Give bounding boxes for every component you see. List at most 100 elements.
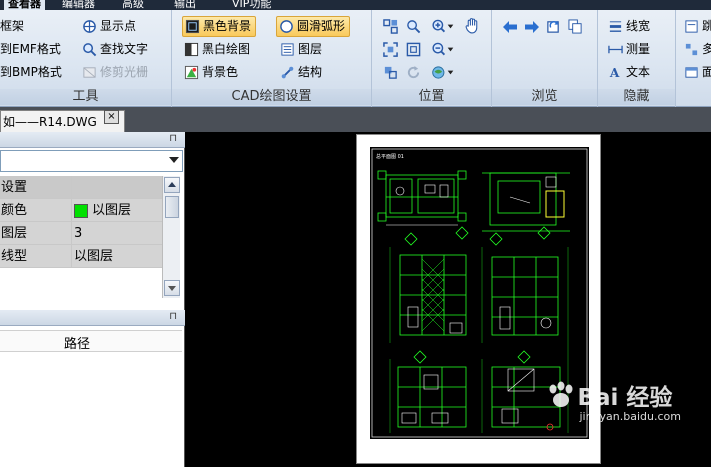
structure-label: 结构 — [298, 65, 323, 79]
property-row-settings[interactable]: 设置 — [0, 176, 162, 199]
refresh-icon[interactable] — [405, 64, 422, 81]
hide-group: 线宽 测量 A 文本 隐藏 — [598, 10, 676, 107]
trim-raster-button[interactable]: 修剪光栅 — [82, 62, 148, 83]
show-points-button[interactable]: 显示点 — [82, 16, 136, 37]
text-button[interactable]: A 文本 — [608, 62, 650, 83]
arrow-right-icon[interactable] — [523, 18, 540, 35]
trim-raster-label: 修剪光栅 — [100, 65, 149, 79]
background-color-button[interactable]: 背景色 — [184, 62, 238, 83]
monochrome-label: 黑白绘图 — [202, 42, 251, 56]
watermark: Bai 经验 jingyan.baidu.com — [545, 378, 681, 423]
ruler-icon — [608, 45, 623, 54]
tab-output[interactable]: 输出 — [170, 0, 200, 10]
ribbon-tab-bar: 查看器 编辑器 高级 输出 VIP功能 — [0, 0, 711, 10]
properties-panel: ⊓ 设置 颜色 以图层 图层 3 线型 以图层 ⊓ 路径 — [0, 132, 185, 467]
scroll-up-button[interactable] — [164, 177, 180, 193]
properties-panel-header: ⊓ — [0, 132, 185, 148]
document-tab-label: 如——R14.DWG — [3, 115, 97, 129]
face-button[interactable]: 面 — [684, 62, 711, 83]
export-emf-button[interactable]: 到EMF格式 — [0, 39, 61, 60]
frame-button[interactable]: 框架 — [0, 16, 24, 37]
watermark-url: jingyan.baidu.com — [579, 410, 681, 423]
arc-icon — [280, 20, 293, 33]
property-value-color[interactable]: 以图层 — [71, 199, 162, 222]
chevron-up-icon — [168, 182, 176, 187]
page-rotate-icon[interactable] — [545, 18, 562, 35]
watermark-logo: Bai 经验 — [545, 378, 681, 412]
text-a-icon: A — [609, 66, 620, 80]
trim-raster-icon — [83, 67, 96, 78]
position-group-title: 位置 — [372, 89, 491, 105]
close-icon[interactable]: × — [104, 110, 119, 124]
extra-group: 跳 多 面 — [676, 10, 711, 107]
hide-group-title: 隐藏 — [598, 89, 675, 105]
smooth-arc-button[interactable]: 圆滑弧形 — [276, 16, 351, 37]
layers-icon — [281, 43, 294, 56]
tab-vip[interactable]: VIP功能 — [228, 0, 275, 10]
measure-button[interactable]: 测量 — [608, 39, 650, 60]
find-text-button[interactable]: 查找文字 — [82, 39, 148, 60]
find-text-label: 查找文字 — [100, 42, 149, 56]
browse-group: 浏览 — [492, 10, 598, 107]
fit-window-icon[interactable] — [382, 18, 399, 35]
layers-label: 图层 — [298, 42, 323, 56]
property-value — [71, 176, 162, 199]
line-width-button[interactable]: 线宽 — [608, 16, 650, 37]
ribbon: 框架 到EMF格式 到BMP格式 显示点 查找文字 修剪光栅 工具 黑色背景 圆… — [0, 10, 711, 107]
jump-icon — [685, 20, 698, 33]
property-scrollbar[interactable] — [162, 176, 180, 298]
search-icon — [83, 43, 97, 57]
property-value: 以图层 — [71, 245, 162, 268]
zoom-out-icon[interactable] — [430, 41, 456, 58]
path-column-header[interactable]: 路径 — [0, 330, 182, 352]
export-emf-label: 到EMF格式 — [0, 42, 61, 56]
scroll-thumb[interactable] — [165, 196, 179, 218]
fit-extents-icon[interactable] — [382, 41, 399, 58]
zoom-window-icon[interactable] — [405, 18, 422, 35]
tab-viewer[interactable]: 查看器 — [4, 0, 45, 10]
pin-icon[interactable]: ⊓ — [169, 311, 177, 322]
structure-icon — [281, 66, 294, 79]
show-points-label: 显示点 — [100, 19, 137, 33]
jump-button[interactable]: 跳 — [684, 16, 711, 37]
property-row-layer[interactable]: 图层 3 — [0, 222, 162, 245]
line-width-icon — [609, 21, 622, 32]
face-icon — [685, 67, 698, 78]
export-bmp-button[interactable]: 到BMP格式 — [0, 62, 62, 83]
property-grid: 设置 颜色 以图层 图层 3 线型 以图层 — [0, 176, 162, 268]
black-background-button[interactable]: 黑色背景 — [182, 16, 257, 37]
property-value: 3 — [71, 222, 162, 245]
chevron-down-icon[interactable] — [169, 157, 179, 163]
black-background-icon — [185, 19, 200, 34]
sheet-title: 总平面图 01 — [376, 153, 404, 160]
multi-icon — [685, 43, 698, 56]
structure-button[interactable]: 结构 — [280, 62, 322, 83]
pan-hand-icon[interactable] — [464, 17, 481, 34]
multi-label: 多 — [702, 42, 711, 56]
browse-group-title: 浏览 — [492, 89, 597, 105]
layers-button[interactable]: 图层 — [280, 39, 322, 60]
scroll-down-button[interactable] — [164, 280, 180, 296]
property-row-linetype[interactable]: 线型 以图层 — [0, 245, 162, 268]
view-mode-icon[interactable] — [430, 64, 456, 81]
tools-group-title: 工具 — [0, 89, 171, 105]
text-label: 文本 — [626, 65, 651, 79]
tools-group: 框架 到EMF格式 到BMP格式 显示点 查找文字 修剪光栅 工具 — [0, 10, 172, 107]
path-column-label: 路径 — [64, 337, 91, 352]
pin-icon[interactable]: ⊓ — [169, 133, 177, 144]
rotate-icon[interactable] — [382, 64, 399, 81]
frame-label: 框架 — [0, 19, 25, 33]
copy-view-icon[interactable] — [567, 18, 584, 35]
multi-button[interactable]: 多 — [684, 39, 711, 60]
monochrome-button[interactable]: 黑白绘图 — [184, 39, 250, 60]
zoom-extents-icon[interactable] — [405, 41, 422, 58]
property-row-color[interactable]: 颜色 以图层 — [0, 199, 162, 222]
jump-label: 跳 — [702, 19, 711, 33]
arrow-left-icon[interactable] — [501, 18, 518, 35]
tab-advanced[interactable]: 高级 — [118, 0, 148, 10]
object-selector-dropdown[interactable] — [0, 150, 183, 172]
tab-editor[interactable]: 编辑器 — [58, 0, 99, 10]
zoom-in-icon[interactable] — [430, 18, 456, 35]
svg-text:A: A — [609, 66, 620, 80]
cad-settings-group-title: CAD绘图设置 — [172, 89, 371, 105]
